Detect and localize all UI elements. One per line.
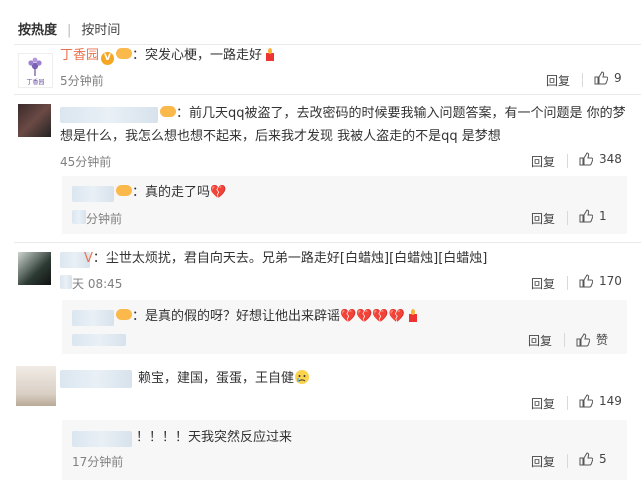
like-button[interactable]: 赞: [576, 331, 608, 348]
thumbs-up-icon: [576, 332, 590, 346]
sort-by-time-tab[interactable]: 按时间: [81, 23, 120, 38]
svg-text:丁香园: 丁香园: [26, 78, 44, 86]
like-button[interactable]: 5: [579, 452, 607, 466]
action-divider: [564, 333, 565, 347]
reply-button[interactable]: 回复: [531, 153, 555, 170]
like-count: 9: [614, 71, 622, 85]
action-divider: [567, 454, 568, 468]
like-button[interactable]: 348: [579, 152, 622, 166]
action-divider: [567, 276, 568, 290]
reply-button[interactable]: 回复: [531, 275, 555, 292]
sort-tabs: 按热度 | 按时间: [18, 19, 120, 38]
candle-emoji-icon: [262, 46, 278, 70]
fan-level-badge-icon: [116, 185, 132, 196]
comment-time: 天 08:45: [72, 277, 123, 291]
comment-text: 赖宝，建国，蛋蛋，王自健: [60, 368, 310, 393]
comment-text: ：真的走了吗💔: [72, 182, 226, 204]
comment-time: 5分钟前: [60, 74, 104, 88]
reply-button[interactable]: 回复: [546, 72, 570, 89]
reply-button[interactable]: 回复: [531, 210, 555, 227]
comment-text: ：是真的假的呀？好想让他出来辟谣💔💔💔💔: [72, 306, 421, 331]
like-count: 149: [599, 394, 622, 408]
avatar[interactable]: [18, 104, 51, 137]
comment-divider: [14, 242, 641, 243]
username-link[interactable]: 丁香园: [60, 48, 99, 63]
like-count: 348: [599, 152, 622, 166]
sort-divider: |: [67, 23, 72, 38]
thumbs-up-icon: [579, 394, 593, 408]
action-divider: [567, 396, 568, 410]
comment-text: ：前几天qq被盗了，去改密码的时候要我输入问题答案，有一个问题是 你的梦: [60, 103, 626, 125]
broken-heart-icon: 💔💔💔💔: [340, 309, 405, 324]
comment-time: 17分钟前: [72, 455, 124, 469]
comment-text: 丁香园 V ：突发心梗，一路走好: [60, 45, 278, 70]
comment-time: 分钟前: [86, 212, 123, 226]
avatar[interactable]: [16, 366, 56, 406]
like-button[interactable]: 149: [579, 394, 622, 408]
comment-divider: [14, 94, 641, 95]
broken-heart-icon: 💔: [210, 185, 227, 200]
avatar[interactable]: [18, 252, 51, 285]
sort-by-hot-tab[interactable]: 按热度: [18, 23, 57, 38]
like-count: 1: [599, 209, 607, 223]
like-button[interactable]: 170: [579, 274, 622, 288]
reply-button[interactable]: 回复: [528, 332, 552, 349]
candle-emoji-icon: [405, 307, 421, 331]
thumbs-up-icon: [579, 452, 593, 466]
comment-text: ！！！！天我突然反应过来: [136, 430, 293, 445]
reply-button[interactable]: 回复: [531, 395, 555, 412]
comment-time: 45分钟前: [60, 155, 112, 169]
fan-level-badge-icon: [116, 309, 132, 320]
fan-level-badge-icon: [160, 106, 176, 117]
like-count: 5: [599, 452, 607, 466]
thumbs-up-icon: [579, 274, 593, 288]
comment-text-continued: 想是什么，我怎么想也想不起来，后来我才发现 我被人盗走的不是qq 是梦想: [60, 129, 501, 144]
action-divider: [567, 154, 568, 168]
lilac-logo-icon: 丁香园: [26, 57, 45, 86]
thumbs-up-icon: [579, 152, 593, 166]
like-label: 赞: [596, 333, 609, 347]
thumbs-up-icon: [594, 71, 608, 85]
comment-text: V：尘世太烦扰，君自向天去。兄弟一路走好[白蜡烛][白蜡烛][白蜡烛]: [84, 251, 488, 266]
fan-level-badge-icon: [116, 48, 133, 59]
avatar[interactable]: 丁香园: [18, 53, 53, 88]
like-button[interactable]: 1: [579, 209, 607, 223]
action-divider: [582, 73, 583, 87]
reply-button[interactable]: 回复: [531, 453, 555, 470]
thumbs-up-icon: [579, 209, 593, 223]
like-count: 170: [599, 274, 622, 288]
blurred-time: [72, 334, 126, 346]
action-divider: [567, 211, 568, 225]
username-link[interactable]: V: [84, 251, 93, 266]
verified-badge-icon: V: [101, 52, 115, 65]
like-button[interactable]: 9: [594, 71, 622, 85]
crying-emoji-icon: [294, 369, 310, 393]
